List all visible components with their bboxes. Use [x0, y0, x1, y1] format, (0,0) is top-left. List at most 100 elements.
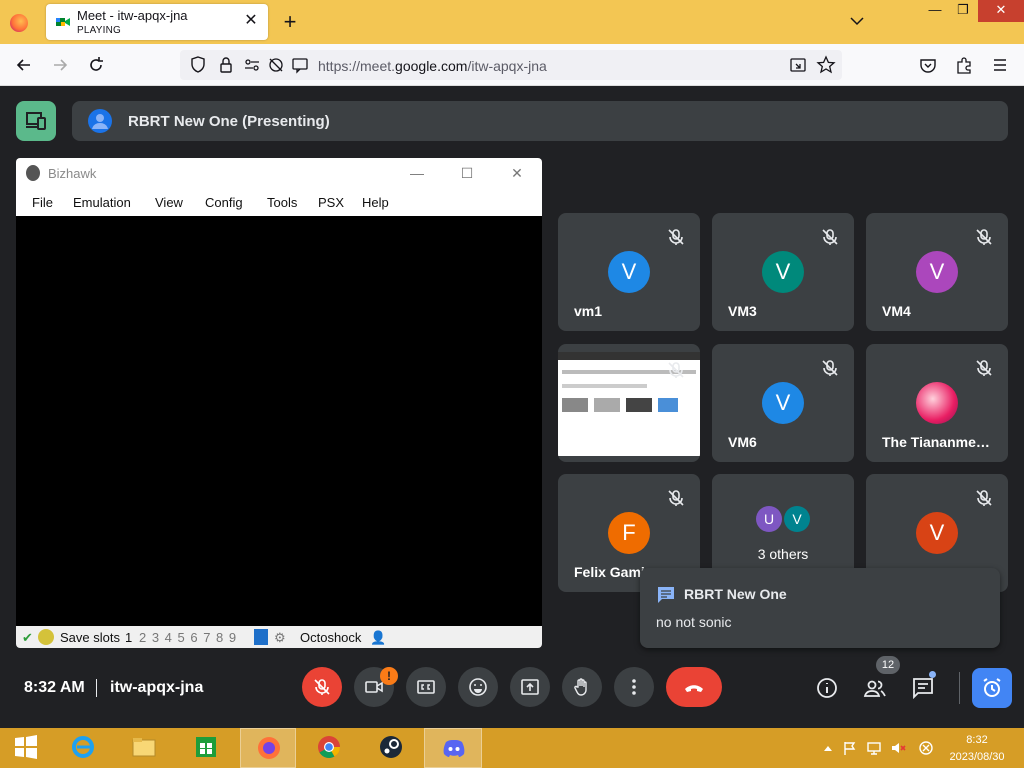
presenter-avatar: [88, 109, 112, 133]
presenter-label: RBRT New One (Presenting): [128, 113, 330, 130]
extensions-icon[interactable]: [954, 55, 974, 75]
meeting-code: itw-apqx-jna: [110, 679, 204, 696]
taskbar-date[interactable]: 2023/08/30: [946, 751, 1008, 763]
avatar: V: [784, 506, 810, 532]
bizhawk-minimize-icon: —: [410, 165, 424, 181]
core-name: Octoshock: [300, 630, 362, 645]
camera-warning-badge: !: [380, 667, 398, 685]
avatar: [916, 382, 958, 424]
avatar: F: [608, 512, 650, 554]
chat-panel-icon[interactable]: [911, 676, 935, 700]
microphone-toggle-button[interactable]: [302, 667, 342, 707]
pocket-icon[interactable]: [918, 55, 938, 75]
steam-icon: [380, 736, 402, 758]
url-text[interactable]: https://meet.google.com/itw-apqx-jna: [318, 58, 547, 74]
taskbar-chrome[interactable]: [303, 728, 353, 768]
chat-toast[interactable]: RBRT New One no not sonic: [640, 568, 1000, 648]
taskbar-internet-explorer[interactable]: [57, 728, 107, 768]
mic-off-icon: [820, 358, 840, 378]
taskbar-steam[interactable]: [365, 728, 415, 768]
autoplay-blocked-icon[interactable]: [266, 55, 286, 75]
bizhawk-menu-psx: PSX: [318, 195, 345, 210]
slot-indicator: [254, 629, 268, 645]
chat-icon: [658, 587, 674, 603]
toast-sender: RBRT New One: [684, 586, 787, 602]
save-slot-list: 2 3 4 5 6 7 8 9: [139, 630, 237, 645]
volume-muted-icon[interactable]: [890, 741, 906, 755]
avatar: V: [916, 512, 958, 554]
hand-icon: [574, 678, 587, 696]
tab-close-icon[interactable]: ✕: [242, 12, 260, 30]
windows-logo-icon: [15, 735, 37, 759]
mic-off-icon: [974, 358, 994, 378]
taskbar-time[interactable]: 8:32: [946, 734, 1008, 746]
participant-name: VM6: [728, 434, 757, 450]
window-close-button[interactable]: ✕: [978, 0, 1024, 22]
people-icon[interactable]: [863, 676, 887, 700]
mic-off-icon: [974, 227, 994, 247]
participant-tile[interactable]: V VM4: [866, 213, 1008, 331]
action-center-flag-icon[interactable]: [842, 741, 858, 755]
captions-button[interactable]: [406, 667, 446, 707]
discord-icon: [443, 740, 465, 757]
forward-icon[interactable]: [50, 55, 70, 75]
reactions-button[interactable]: [458, 667, 498, 707]
participant-tile[interactable]: V VM3: [712, 213, 854, 331]
meeting-details-icon[interactable]: [815, 676, 839, 700]
bizhawk-menu-help: Help: [362, 195, 389, 210]
notification-icon[interactable]: [290, 55, 310, 75]
lock-icon[interactable]: [216, 55, 236, 75]
show-hidden-icons-icon[interactable]: [820, 741, 836, 755]
raise-hand-button[interactable]: [562, 667, 602, 707]
picture-in-picture-icon[interactable]: [788, 55, 808, 75]
activities-button[interactable]: [972, 668, 1012, 708]
bookmark-star-icon[interactable]: [816, 55, 836, 75]
more-options-button[interactable]: [614, 667, 654, 707]
participant-tile[interactable]: VM6 (Window…: [558, 344, 700, 462]
reload-icon[interactable]: [86, 55, 106, 75]
participant-tile[interactable]: Vvm1: [558, 213, 700, 331]
presenter-banner: RBRT New One (Presenting): [72, 101, 1008, 141]
permissions-icon[interactable]: [242, 55, 262, 75]
tab-meet[interactable]: Meet - itw-apqx-jna PLAYING ✕: [46, 4, 268, 40]
sun-icon: [38, 629, 54, 645]
more-vert-icon: [632, 679, 636, 695]
participant-name: VM6 (Window…: [574, 434, 679, 450]
taskbar-file-explorer[interactable]: [118, 728, 168, 768]
presentation-layout-button[interactable]: [16, 101, 56, 141]
new-tab-button[interactable]: +: [280, 10, 300, 34]
store-icon: [196, 737, 216, 757]
alarm-clock-icon: [983, 678, 1001, 697]
taskbar-store[interactable]: [180, 728, 230, 768]
avatar: V: [762, 251, 804, 293]
start-button[interactable]: [0, 728, 50, 768]
avatar: V: [916, 251, 958, 293]
check-icon: ✔: [22, 630, 33, 645]
back-icon[interactable]: [14, 55, 34, 75]
app-menu-icon[interactable]: [990, 55, 1010, 75]
network-icon[interactable]: [866, 741, 882, 755]
taskbar-firefox[interactable]: [240, 728, 296, 768]
present-now-button[interactable]: [510, 667, 550, 707]
restore-button[interactable]: ❐: [948, 0, 978, 22]
bizhawk-menu-file: File: [32, 195, 53, 210]
leave-call-button[interactable]: [666, 667, 722, 707]
participant-name: VM3: [728, 303, 757, 319]
tab-playing-status: PLAYING: [77, 25, 122, 36]
firefox-menu-icon[interactable]: [10, 14, 28, 32]
mic-off-icon: [974, 488, 994, 508]
participant-tile[interactable]: V VM6: [712, 344, 854, 462]
tracking-shield-icon[interactable]: [188, 55, 208, 75]
minimize-button[interactable]: —: [920, 0, 950, 22]
bizhawk-logo-icon: [26, 165, 40, 181]
shared-screen: Bizhawk — ☐ ✕ File Emulation View Config…: [16, 158, 542, 648]
participant-tile[interactable]: The Tiananme…: [866, 344, 1008, 462]
taskbar-discord[interactable]: [424, 728, 482, 768]
bizhawk-menu-tools: Tools: [267, 195, 298, 210]
close-circle-icon[interactable]: [918, 741, 934, 755]
user-icon: 👤: [370, 630, 387, 645]
avatar: V: [608, 251, 650, 293]
url-bar[interactable]: https://meet.google.com/itw-apqx-jna: [180, 50, 842, 80]
list-all-tabs-icon[interactable]: [848, 12, 866, 30]
bizhawk-statusbar: ✔ Save slots 1 2 3 4 5 6 7 8 9 ⚙ Octosho…: [16, 626, 542, 648]
